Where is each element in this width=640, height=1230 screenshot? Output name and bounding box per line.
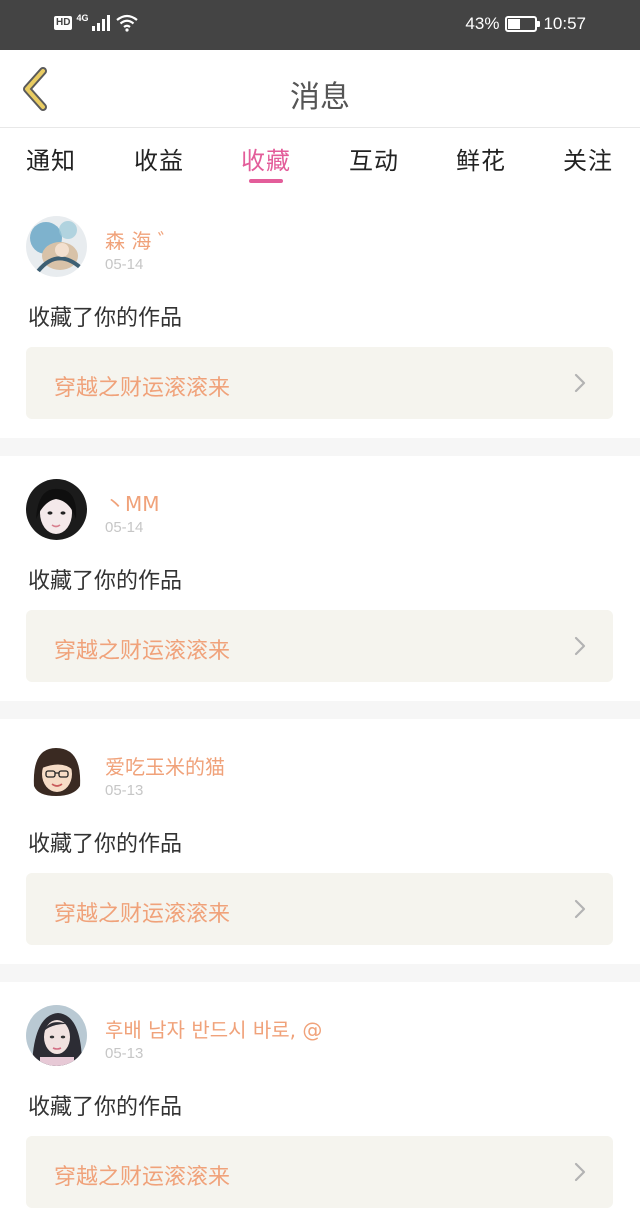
action-text: 收藏了你的作品 [28,569,183,594]
avatar[interactable] [26,742,87,803]
hd-badge: HD [54,16,73,30]
tab-favorites[interactable]: 收藏 [241,141,291,176]
tab-earnings[interactable]: 收益 [134,141,184,176]
list-item: 爱吃玉米的猫 05-13 收藏了你的作品 穿越之财运滚滚来 [0,719,640,964]
status-right: 43% 10:57 [465,14,586,34]
user-name[interactable]: 丶MM [105,488,160,517]
tab-notifications[interactable]: 通知 [26,141,76,176]
work-title: 穿越之财运滚滚来 [54,376,231,401]
chevron-right-icon [574,636,586,656]
action-text: 收藏了你的作品 [28,832,183,857]
battery-fill [508,19,521,29]
page-title: 消息 [290,80,350,115]
status-left: HD 4G [54,13,139,32]
chevron-right-icon [574,899,586,919]
divider [0,701,640,719]
favorites-list: 森 海 ゛ 05-14 收藏了你的作品 穿越之财运滚滚来 丶MM 05-14 收… [0,193,640,1227]
date: 05-13 [105,782,144,799]
list-item: 森 海 ゛ 05-14 收藏了你的作品 穿越之财运滚滚来 [0,193,640,438]
date: 05-13 [105,1045,144,1062]
work-title: 穿越之财运滚滚来 [54,639,231,664]
signal-icon [92,15,111,31]
action-text: 收藏了你的作品 [28,306,183,331]
date: 05-14 [105,256,144,273]
user-name[interactable]: 후배 남자 반드시 바로, @ [105,1014,322,1043]
chevron-right-icon [574,1162,586,1182]
avatar[interactable] [26,216,87,277]
user-name[interactable]: 爱吃玉米的猫 [105,751,225,780]
work-title: 穿越之财运滚滚来 [54,1165,231,1190]
divider [0,438,640,456]
network-type: 4G [76,13,89,23]
tab-interactions[interactable]: 互动 [349,141,399,176]
active-tab-indicator [249,179,283,183]
list-item: 후배 남자 반드시 바로, @ 05-13 收藏了你的作品 穿越之财运滚滚来 [0,982,640,1227]
user-name[interactable]: 森 海 ゛ [105,225,178,254]
tab-bar: 通知 收益 收藏 互动 鲜花 关注 [0,129,640,193]
chevron-right-icon [574,373,586,393]
work-card[interactable]: 穿越之财运滚滚来 [26,610,613,682]
work-card[interactable]: 穿越之财运滚滚来 [26,873,613,945]
clock: 10:57 [543,14,586,33]
battery-icon [505,16,541,32]
nav-header: 消息 [0,50,640,128]
action-text: 收藏了你的作品 [28,1095,183,1120]
wifi-icon [116,14,139,32]
avatar[interactable] [26,479,87,540]
work-card[interactable]: 穿越之财运滚滚来 [26,1136,613,1208]
battery-percent: 43% [465,14,500,33]
tab-flowers[interactable]: 鲜花 [456,141,506,176]
date: 05-14 [105,519,144,536]
divider [0,964,640,982]
tab-follows[interactable]: 关注 [563,141,613,176]
list-item: 丶MM 05-14 收藏了你的作品 穿越之财运滚滚来 [0,456,640,701]
work-card[interactable]: 穿越之财运滚滚来 [26,347,613,419]
avatar[interactable] [26,1005,87,1066]
status-bar: HD 4G 43% 10:57 [0,0,640,50]
work-title: 穿越之财运滚滚来 [54,902,231,927]
